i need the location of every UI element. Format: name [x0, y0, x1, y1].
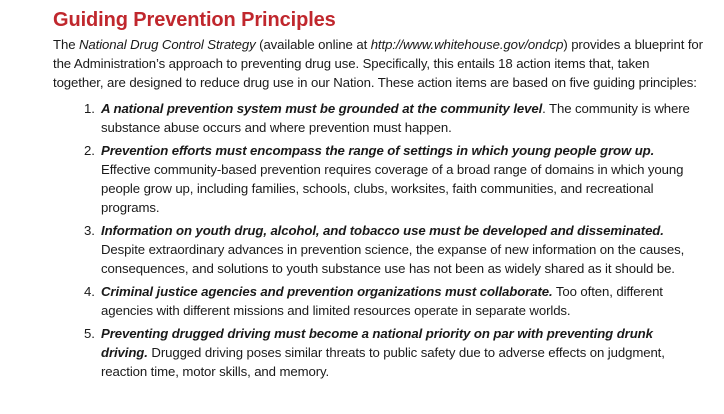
intro-text-2: (available online at — [255, 37, 371, 52]
principle-lead: Criminal justice agencies and prevention… — [101, 284, 553, 299]
principle-lead: Prevention efforts must encompass the ra… — [101, 143, 655, 158]
principle-body: Effective community-based prevention req… — [101, 162, 684, 215]
principle-number: 4. — [84, 284, 95, 299]
principle-item-4: 4. Criminal justice agencies and preventi… — [53, 282, 703, 320]
page-title: Guiding Prevention Principles — [53, 9, 336, 31]
intro-url: http://www.whitehouse.gov/ondcp — [370, 37, 564, 52]
principle-number: 1. — [84, 101, 95, 116]
strategy-name: National Drug Control Strategy — [79, 37, 256, 52]
document-page: Guiding Prevention Principles The Nation… — [53, 8, 703, 385]
principle-body: Drugged driving poses similar threats to… — [101, 345, 665, 379]
intro-paragraph: The National Drug Control Strategy (avai… — [53, 35, 703, 92]
principles-list: 1. A national prevention system must be g… — [53, 99, 703, 381]
principle-item-3: 3. Information on youth drug, alcohol, an… — [53, 221, 703, 278]
principle-item-5: 5. Preventing drugged driving must become… — [53, 324, 703, 381]
principle-number: 2. — [84, 143, 95, 158]
principle-number: 3. — [84, 223, 95, 238]
intro-text-1: The — [53, 37, 79, 52]
principle-body: Despite extraordinary advances in preven… — [101, 242, 685, 276]
principle-lead: Information on youth drug, alcohol, and … — [101, 223, 664, 238]
principle-item-1: 1. A national prevention system must be g… — [53, 99, 703, 137]
principle-number: 5. — [84, 326, 95, 341]
principle-lead: A national prevention system must be gro… — [101, 101, 543, 116]
principle-item-2: 2. Prevention efforts must encompass the … — [53, 141, 703, 217]
